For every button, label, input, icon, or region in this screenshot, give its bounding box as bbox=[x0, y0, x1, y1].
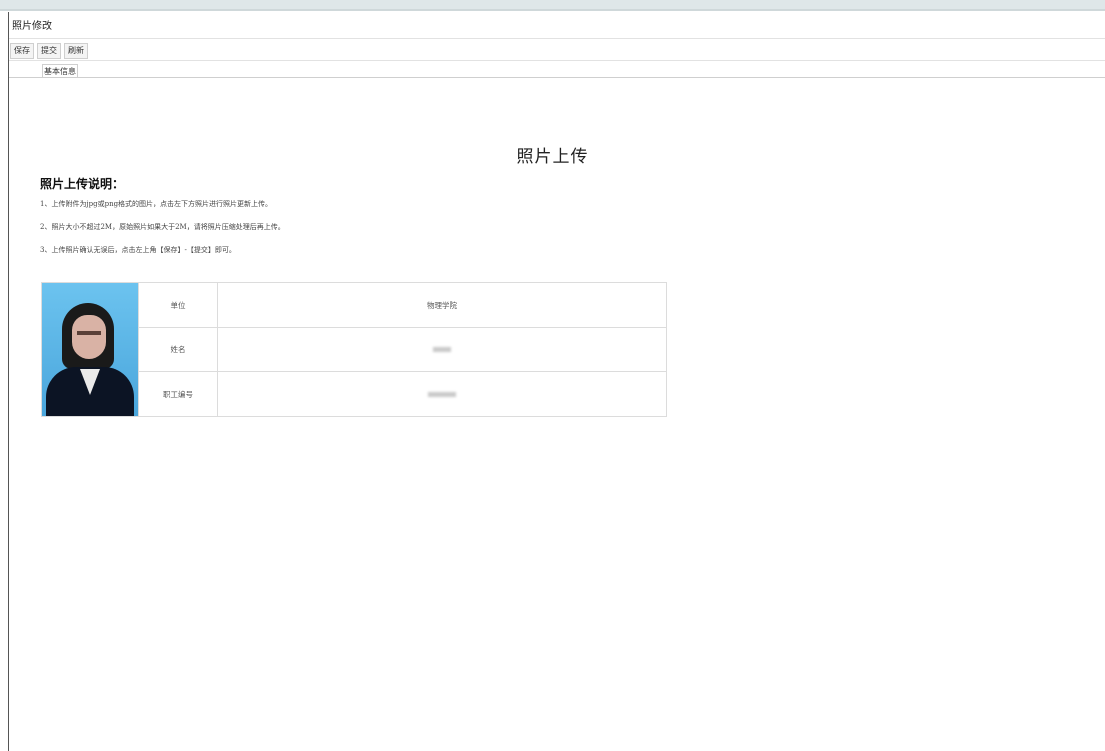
label-unit: 单位 bbox=[138, 283, 217, 328]
value-name bbox=[217, 328, 666, 372]
label-employee-id: 职工编号 bbox=[138, 372, 217, 416]
page-heading: 照片上传 bbox=[0, 142, 1105, 167]
value-unit: 物理学院 bbox=[217, 283, 666, 328]
photo-face bbox=[72, 315, 106, 359]
tab-basic-info[interactable]: 基本信息 bbox=[42, 64, 78, 78]
photo-eyes bbox=[77, 331, 101, 335]
photo-jacket bbox=[46, 367, 134, 416]
window-title: 照片修改 bbox=[12, 21, 52, 32]
tab-underline bbox=[9, 77, 1105, 78]
save-button[interactable]: 保存 bbox=[10, 43, 34, 59]
divider bbox=[9, 38, 1105, 39]
photo-upload[interactable] bbox=[42, 283, 138, 416]
value-employee-id bbox=[217, 372, 666, 416]
page-heading-text: 照片上传 bbox=[516, 147, 589, 167]
label-name: 姓名 bbox=[138, 328, 217, 372]
top-strip-shadow bbox=[0, 9, 1105, 11]
instruction-line: 3、上传照片确认无误后，点击左上角【保存】-【提交】即可。 bbox=[40, 246, 236, 254]
instructions-heading: 照片上传说明： bbox=[40, 177, 125, 191]
refresh-button[interactable]: 刷新 bbox=[64, 43, 88, 59]
instruction-line: 2、照片大小不超过2M，原始照片如果大于2M，请将照片压缩处理后再上传。 bbox=[40, 223, 285, 231]
submit-button[interactable]: 提交 bbox=[37, 43, 61, 59]
info-table: 单位 物理学院 姓名 职工编号 bbox=[41, 282, 667, 417]
redacted-employee-id bbox=[428, 391, 456, 397]
redacted-name bbox=[433, 347, 451, 352]
divider bbox=[9, 60, 1105, 61]
instruction-line: 1、上传附件为jpg或png格式的图片，点击左下方照片进行照片更新上传。 bbox=[40, 200, 273, 208]
toolbar: 保存 提交 刷新 bbox=[10, 43, 88, 59]
